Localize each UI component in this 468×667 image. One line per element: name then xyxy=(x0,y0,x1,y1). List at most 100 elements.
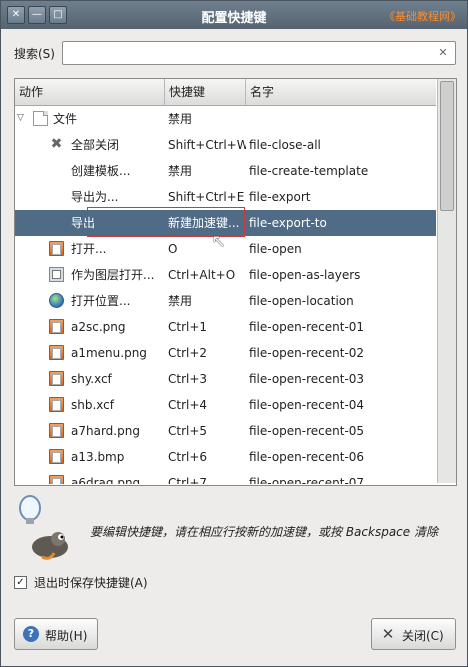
action-label: 作为图层打开... xyxy=(71,268,155,282)
action-cell: ✖ 全部关闭 xyxy=(15,132,164,158)
table-row[interactable]: shy.xcf Ctrl+3 file-open-recent-03 xyxy=(15,366,436,392)
action-cell: 打开位置... xyxy=(15,288,164,314)
name-cell: file-open-recent-02 xyxy=(249,346,365,360)
name-cell: file-open-recent-04 xyxy=(249,398,365,412)
table-row[interactable]: 作为图层打开... Ctrl+Alt+O file-open-as-layers xyxy=(15,262,436,288)
name-cell: file-create-template xyxy=(249,164,369,178)
expander-icon[interactable]: ▽ xyxy=(17,113,27,123)
action-cell: shy.xcf xyxy=(15,366,164,392)
name-cell: file-open-recent-07 xyxy=(249,476,365,484)
action-cell: a1menu.png xyxy=(15,340,164,366)
action-cell: 打开... xyxy=(15,236,164,262)
folder-icon xyxy=(49,397,64,412)
column-shortcut[interactable]: 快捷键 xyxy=(165,79,246,105)
action-label: a7hard.png xyxy=(71,424,140,438)
name-cell: file-export-to xyxy=(249,216,327,230)
table-row[interactable]: 导出 新建加速键... file-export-to ↖ xyxy=(15,207,436,252)
action-label: a6drag.png xyxy=(71,476,141,484)
close-button[interactable]: ✕ 关闭(C) xyxy=(371,618,456,650)
search-input[interactable]: ✕ xyxy=(62,41,456,65)
globe-icon xyxy=(49,293,64,308)
table-row[interactable]: a6drag.png Ctrl+7 file-open-recent-07 xyxy=(15,470,436,484)
list-header: 动作 快捷键 名字 xyxy=(15,79,436,106)
table-row[interactable]: 打开... Ofile-open xyxy=(15,236,436,262)
name-cell: file-open-location xyxy=(249,294,354,308)
action-cell: a2sc.png xyxy=(15,314,164,340)
action-label: shy.xcf xyxy=(71,372,112,386)
search-label: 搜索(S) xyxy=(14,47,55,61)
shortcut-cell: Ctrl+7 xyxy=(168,476,208,484)
name-cell: file-open xyxy=(249,242,302,256)
shortcut-cell: Ctrl+3 xyxy=(168,372,208,386)
table-row[interactable]: a13.bmp Ctrl+6 file-open-recent-06 xyxy=(15,444,436,470)
list-rows: ▽ 文件 禁用 ✖ 全部关闭 Shift+Ctrl+W file-close-all 创建模板… xyxy=(15,106,436,484)
close-icon: ✕ xyxy=(381,625,395,643)
action-label: 创建模板... xyxy=(71,164,131,178)
shortcut-cell: Ctrl+1 xyxy=(168,320,208,334)
action-label: 文件 xyxy=(53,112,78,126)
name-cell: file-open-recent-06 xyxy=(249,450,365,464)
name-cell: file-export xyxy=(249,190,311,204)
table-row[interactable]: a7hard.png Ctrl+5 file-open-recent-05 xyxy=(15,418,436,444)
list-scrollbar[interactable] xyxy=(437,79,456,483)
clear-search-icon[interactable]: ✕ xyxy=(435,45,451,61)
action-label: a13.bmp xyxy=(71,450,125,464)
save-on-exit-checkbox[interactable]: ✓ xyxy=(14,576,27,589)
action-label: a2sc.png xyxy=(71,320,126,334)
action-label: a1menu.png xyxy=(71,346,147,360)
title-bar: ✕ — □ 配置快捷键 《基础教程网》 xyxy=(1,1,467,29)
help-button-label: 帮助(H) xyxy=(45,629,88,643)
folder-icon xyxy=(49,475,64,484)
column-name[interactable]: 名字 xyxy=(246,79,434,105)
table-row[interactable]: a1menu.png Ctrl+2 file-open-recent-02 xyxy=(15,340,436,366)
table-row[interactable]: 打开位置... 禁用 file-open-location xyxy=(15,288,436,314)
action-cell: 创建模板... xyxy=(15,158,164,184)
layers-icon xyxy=(49,267,64,282)
shortcut-cell: Ctrl+5 xyxy=(168,424,208,438)
action-cell: a13.bmp xyxy=(15,444,164,470)
table-row[interactable]: a2sc.png Ctrl+1 file-open-recent-01 xyxy=(15,314,436,340)
folder-icon xyxy=(49,423,64,438)
hint-area: 要编辑快捷键，请在相应行按新的加速键，或按 Backspace 清除 xyxy=(14,493,455,563)
help-button[interactable]: ? 帮助(H) xyxy=(14,618,98,650)
shortcut-list: 动作 快捷键 名字 ▽ 文件 禁用 ✖ 全部关闭 Shift+Ctrl+W file-clo… xyxy=(14,78,457,486)
shortcut-dialog: ✕ — □ 配置快捷键 《基础教程网》 搜索(S) ✕ 动作 快捷键 名字 ▽ 文… xyxy=(0,0,468,667)
folder-icon xyxy=(49,345,64,360)
action-cell: 作为图层打开... xyxy=(15,262,164,288)
shortcut-cell: Ctrl+4 xyxy=(168,398,208,412)
table-row[interactable]: 创建模板... 禁用 file-create-template xyxy=(15,158,436,184)
folder-icon xyxy=(49,241,64,256)
name-cell: file-open-recent-05 xyxy=(249,424,365,438)
scrollbar-thumb[interactable] xyxy=(440,81,454,211)
shortcut-cell: Ctrl+6 xyxy=(168,450,208,464)
folder-icon xyxy=(49,371,64,386)
name-cell: file-open-recent-03 xyxy=(249,372,365,386)
name-cell: file-open-recent-01 xyxy=(249,320,365,334)
close-button-label: 关闭(C) xyxy=(402,629,444,643)
action-cell: a7hard.png xyxy=(15,418,164,444)
table-row[interactable]: ▽ 文件 禁用 xyxy=(15,106,436,132)
table-row[interactable]: ✖ 全部关闭 Shift+Ctrl+W file-close-all xyxy=(15,132,436,158)
table-row[interactable]: shb.xcf Ctrl+4 file-open-recent-04 xyxy=(15,392,436,418)
name-cell: file-close-all xyxy=(249,138,321,152)
action-label: 打开位置... xyxy=(71,294,131,308)
help-icon: ? xyxy=(23,626,39,642)
name-cell: file-open-as-layers xyxy=(249,268,361,282)
column-action[interactable]: 动作 xyxy=(15,79,165,105)
folder-icon xyxy=(49,319,64,334)
shortcut-cell: 禁用 xyxy=(168,112,193,126)
gimp-mascot-icon xyxy=(19,495,68,560)
shortcut-cell: Shift+Ctrl+W xyxy=(168,138,246,152)
shortcut-cell: Ctrl+Alt+O xyxy=(168,268,236,282)
action-label: 打开... xyxy=(71,242,107,256)
folder-icon xyxy=(49,449,64,464)
shortcut-cell: O xyxy=(168,242,178,256)
save-on-exit-label[interactable]: 退出时保存快捷键(A) xyxy=(34,574,148,591)
action-label: 全部关闭 xyxy=(71,138,120,152)
shortcut-cell: Ctrl+2 xyxy=(168,346,208,360)
action-label: shb.xcf xyxy=(71,398,115,412)
document-icon xyxy=(33,111,48,126)
shortcut-cell: 禁用 xyxy=(168,164,193,178)
hint-text: 要编辑快捷键，请在相应行按新的加速键，或按 Backspace 清除 xyxy=(90,525,438,539)
action-cell: shb.xcf xyxy=(15,392,164,418)
